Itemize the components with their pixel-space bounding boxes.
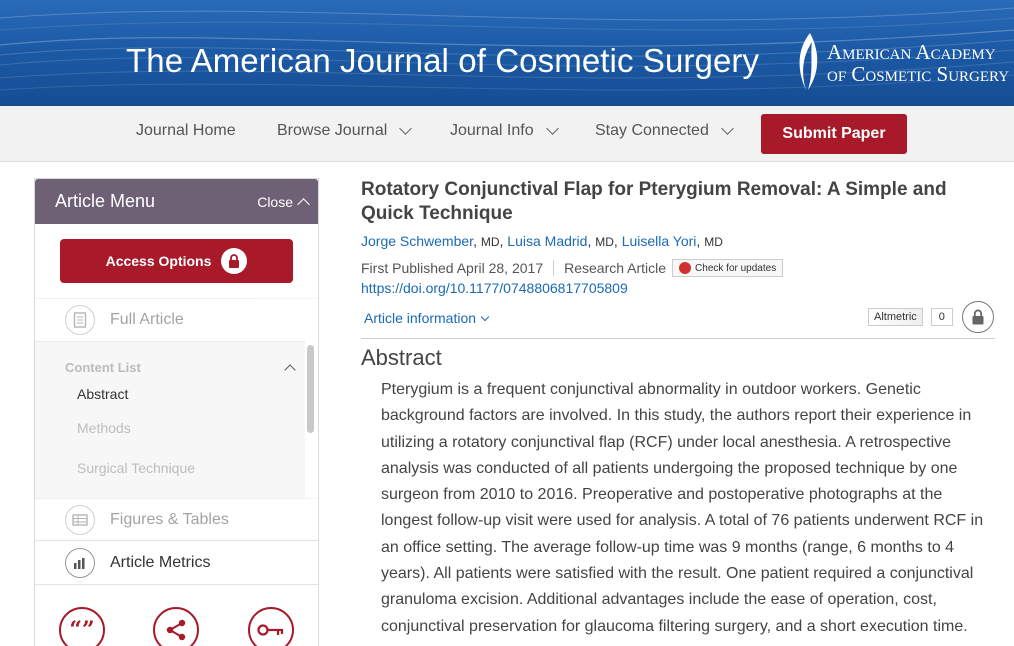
nav-label: Journal Home — [136, 122, 236, 139]
author-degree: MD — [595, 235, 614, 249]
close-menu-button[interactable]: Close — [257, 193, 310, 211]
content-list-item-surgical-technique[interactable]: Surgical Technique — [77, 460, 195, 476]
chevron-down-icon — [720, 122, 734, 135]
altmetric-badge[interactable]: Altmetric — [868, 308, 923, 326]
author-link[interactable]: Luisella Yori — [622, 233, 697, 249]
key-icon[interactable] — [248, 607, 294, 646]
nav-stay-connected[interactable]: Stay Connected — [595, 122, 734, 140]
quote-icon[interactable]: “” — [59, 607, 105, 646]
nav-label: Journal Info — [450, 122, 534, 139]
sidebar-item-label: Figures & Tables — [110, 510, 229, 528]
aacs-flame-logo-icon — [799, 33, 818, 90]
crossmark-icon — [679, 262, 692, 274]
chevron-up-icon[interactable] — [284, 364, 296, 376]
sidebar-item-label: Article Metrics — [110, 553, 211, 571]
article-type: Research Article — [564, 260, 667, 276]
article-menu-title: Article Menu — [55, 191, 156, 211]
sidebar-item-label: Full Article — [110, 310, 184, 328]
sidebar-item-article-metrics[interactable]: Article Metrics — [35, 540, 318, 585]
lock-icon — [221, 248, 248, 274]
content-list-item-abstract[interactable]: Abstract — [77, 386, 128, 402]
chevron-down-icon — [399, 122, 413, 135]
publication-info: First Published April 28, 2017 Research … — [361, 259, 784, 277]
check-updates-label: Check for updates — [695, 262, 777, 274]
nav-browse-journal[interactable]: Browse Journal — [277, 122, 413, 140]
content-list: Content List Abstract Methods Surgical T… — [35, 341, 305, 499]
chevron-down-icon — [480, 312, 490, 321]
author-link[interactable]: Jorge Schwember — [361, 233, 473, 249]
section-divider — [361, 338, 995, 339]
chevron-up-icon — [297, 197, 310, 211]
divider — [553, 260, 555, 276]
article-information-toggle[interactable]: Article information — [364, 310, 490, 326]
nav-journal-info[interactable]: Journal Info — [450, 122, 559, 140]
abstract-heading: Abstract — [361, 345, 442, 370]
society-line-1: American Academy — [827, 40, 996, 64]
article-information-label: Article information — [364, 310, 477, 326]
lock-icon[interactable] — [962, 301, 994, 333]
content-list-item-methods[interactable]: Methods — [77, 420, 131, 436]
sidebar-item-figures-tables[interactable]: Figures & Tables — [35, 498, 318, 540]
submit-paper-button[interactable]: Submit Paper — [761, 114, 907, 154]
nav-journal-home[interactable]: Journal Home — [136, 122, 236, 140]
society-logo-text[interactable]: American Academy of Cosmetic Surgery — [827, 42, 1009, 86]
chevron-down-icon — [545, 122, 559, 135]
article-title: Rotatory Conjunctival Flap for Pterygium… — [361, 179, 947, 224]
share-icon[interactable] — [153, 607, 199, 646]
access-options-label: Access Options — [105, 253, 212, 269]
sidebar-item-full-article[interactable]: Full Article — [35, 298, 318, 340]
author-degree: MD — [480, 235, 500, 249]
author-separator: , — [613, 233, 622, 249]
author-link[interactable]: Luisa Madrid — [507, 233, 587, 249]
journal-title[interactable]: The American Journal of Cosmetic Surgery — [126, 42, 759, 80]
access-options-button[interactable]: Access Options — [60, 239, 293, 283]
article-menu-header: Article Menu Close — [35, 179, 318, 224]
article-menu: Article Menu Close Access Options Full A… — [34, 178, 319, 646]
doi-link[interactable]: https://doi.org/10.1177/0748806817705809 — [361, 280, 628, 296]
check-for-updates-button[interactable]: Check for updates — [672, 259, 784, 277]
content-list-scrollbar[interactable] — [307, 345, 314, 433]
altmetric-count: 0 — [930, 308, 953, 326]
author-separator: , — [473, 233, 481, 249]
close-label: Close — [257, 193, 293, 210]
content-list-title[interactable]: Content List — [65, 360, 141, 375]
altmetric-widget: Altmetric 0 — [868, 308, 953, 326]
author-list: Jorge Schwember, MD, Luisa Madrid, MD, L… — [361, 233, 723, 249]
author-degree: MD — [704, 235, 723, 249]
published-date: First Published April 28, 2017 — [361, 260, 544, 276]
table-icon — [65, 504, 95, 535]
nav-label: Stay Connected — [595, 122, 709, 139]
journal-banner: The American Journal of Cosmetic Surgery… — [0, 0, 1014, 106]
bar-chart-icon — [65, 547, 95, 578]
society-line-2: of Cosmetic Surgery — [827, 62, 1010, 86]
abstract-text: Pterygium is a frequent conjunctival abn… — [381, 381, 984, 635]
nav-label: Browse Journal — [277, 122, 388, 139]
document-icon — [65, 304, 95, 335]
